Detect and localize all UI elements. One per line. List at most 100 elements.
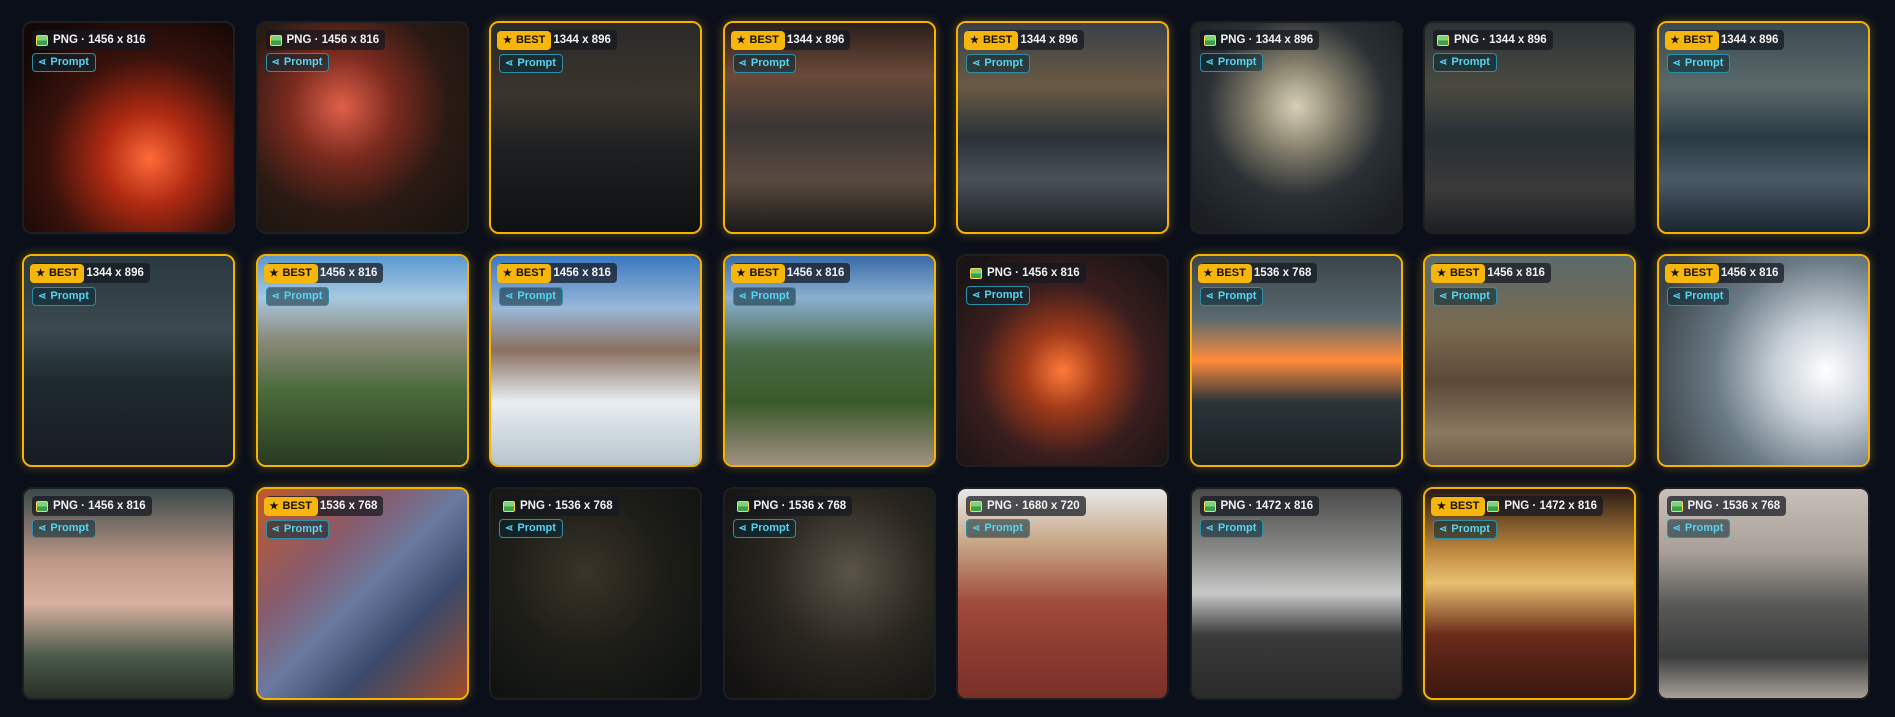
gallery-card[interactable]: ★ BEST 1536 x 768 ⋖ Prompt <box>255 487 469 700</box>
gallery-card[interactable]: PNG · 1456 x 816 ⋖ Prompt <box>956 254 1169 467</box>
gallery-card[interactable]: PNG · 1536 x 768 ⋖ Prompt <box>489 487 702 700</box>
prompt-button[interactable]: ⋖ Prompt <box>1199 53 1264 72</box>
best-label: BEST <box>982 33 1013 46</box>
prompt-button[interactable]: ⋖ Prompt <box>499 287 563 306</box>
image-file-icon <box>36 500 48 512</box>
gallery-card[interactable]: PNG · 1456 x 816 ⋖ Prompt <box>22 21 235 234</box>
prompt-label: Prompt <box>984 57 1023 69</box>
image-dimensions: PNG · 1456 x 816 <box>53 34 146 46</box>
star-icon: ★ <box>736 267 746 279</box>
prompt-button[interactable]: ⋖ Prompt <box>1666 519 1731 538</box>
gallery-card[interactable]: ★ BEST 1344 x 896 ⋖ Prompt <box>956 21 1169 234</box>
gallery-card[interactable]: ★ BEST 1456 x 816 ⋖ Prompt <box>1423 254 1636 467</box>
image-meta-badge: PNG · 1456 x 816 <box>265 30 386 50</box>
star-icon: ★ <box>1437 500 1446 512</box>
gallery-card[interactable]: PNG · 1680 x 720 ⋖ Prompt <box>956 487 1169 700</box>
image-file-icon <box>736 500 749 512</box>
image-meta-badge: PNG · 1456 x 816 <box>32 496 152 516</box>
gallery-card[interactable]: PNG · 1456 x 816 ⋖ Prompt <box>22 487 235 700</box>
image-dimensions: PNG · 1472 x 816 <box>1220 500 1314 512</box>
star-icon: ★ <box>1203 267 1213 279</box>
image-meta-badge: ★ BEST 1456 x 816 <box>263 263 384 283</box>
gallery-card[interactable]: ★ BEST 1456 x 816 ⋖ Prompt <box>255 254 469 467</box>
prompt-button[interactable]: ⋖ Prompt <box>966 54 1030 73</box>
image-dimensions: PNG · 1456 x 816 <box>286 34 380 46</box>
prompt-label: Prompt <box>517 290 556 302</box>
gallery-card[interactable]: ★ BEST 1344 x 896 ⋖ Prompt <box>1656 21 1870 234</box>
prompt-button[interactable]: ⋖ Prompt <box>1199 287 1264 306</box>
prompt-label: Prompt <box>750 522 790 534</box>
prompt-button[interactable]: ⋖ Prompt <box>499 519 563 538</box>
prompt-button[interactable]: ⋖ Prompt <box>32 519 96 538</box>
star-icon: ★ <box>269 500 279 512</box>
gallery-card[interactable]: PNG · 1344 x 896 ⋖ Prompt <box>1423 21 1636 234</box>
gallery-card[interactable]: ★ BEST PNG · 1472 x 816 ⋖ Prompt <box>1423 487 1636 700</box>
best-badge: ★ BEST <box>263 263 318 283</box>
image-file-icon <box>970 500 982 512</box>
image-gallery-grid: PNG · 1456 x 816 ⋖ Prompt PNG · 1456 x 816 ⋖… <box>0 0 1895 700</box>
image-dimensions: 1344 x 896 <box>1720 34 1779 46</box>
prompt-button[interactable]: ⋖ Prompt <box>1433 520 1497 539</box>
prompt-button[interactable]: ⋖ Prompt <box>1433 53 1497 72</box>
prompt-button[interactable]: ⋖ Prompt <box>732 519 797 538</box>
share-icon: ⋖ <box>738 523 747 534</box>
gallery-card[interactable]: ★ BEST 1456 x 816 ⋖ Prompt <box>722 254 936 467</box>
gallery-card[interactable]: PNG · 1344 x 896 ⋖ Prompt <box>1189 21 1403 234</box>
prompt-button[interactable]: ⋖ Prompt <box>32 53 96 72</box>
prompt-button[interactable]: ⋖ Prompt <box>1666 287 1731 306</box>
image-file-icon <box>1203 500 1216 512</box>
image-meta-badge: PNG · 1536 x 768 <box>499 496 619 516</box>
prompt-label: Prompt <box>50 56 89 68</box>
share-icon: ⋖ <box>271 524 280 535</box>
prompt-button[interactable]: ⋖ Prompt <box>966 519 1030 538</box>
best-badge: ★ BEST <box>1664 263 1719 283</box>
prompt-label: Prompt <box>1451 523 1490 535</box>
share-icon: ⋖ <box>1205 57 1214 68</box>
gallery-card[interactable]: PNG · 1536 x 768 ⋖ Prompt <box>1656 487 1870 700</box>
star-icon: ★ <box>970 34 979 46</box>
prompt-button[interactable]: ⋖ Prompt <box>32 287 96 306</box>
prompt-label: Prompt <box>1451 56 1490 68</box>
star-icon: ★ <box>1670 34 1680 46</box>
prompt-label: Prompt <box>750 57 790 69</box>
image-meta-badge: PNG · 1536 x 768 <box>1666 496 1787 516</box>
gallery-card[interactable]: ★ BEST 1536 x 768 ⋖ Prompt <box>1189 254 1403 467</box>
star-icon: ★ <box>1670 267 1680 279</box>
gallery-card[interactable]: ★ BEST 1456 x 816 ⋖ Prompt <box>1656 254 1870 467</box>
prompt-button[interactable]: ⋖ Prompt <box>265 287 330 306</box>
prompt-button[interactable]: ⋖ Prompt <box>966 286 1030 305</box>
gallery-card[interactable]: PNG · 1456 x 816 ⋖ Prompt <box>255 21 469 234</box>
gallery-card[interactable]: ★ BEST 1456 x 816 ⋖ Prompt <box>489 254 702 467</box>
prompt-button[interactable]: ⋖ Prompt <box>265 53 330 72</box>
prompt-label: Prompt <box>1217 290 1257 302</box>
prompt-button[interactable]: ⋖ Prompt <box>732 287 797 306</box>
gallery-card[interactable]: PNG · 1536 x 768 ⋖ Prompt <box>722 487 936 700</box>
prompt-label: Prompt <box>517 57 556 69</box>
image-dimensions: PNG · 1344 x 896 <box>1454 34 1547 46</box>
gallery-card[interactable]: ★ BEST 1344 x 896 ⋖ Prompt <box>489 21 702 234</box>
gallery-card[interactable]: ★ BEST 1344 x 896 ⋖ Prompt <box>722 21 936 234</box>
share-icon: ⋖ <box>38 57 47 68</box>
prompt-button[interactable]: ⋖ Prompt <box>1433 287 1497 306</box>
share-icon: ⋖ <box>1205 291 1214 302</box>
image-meta-badge: PNG · 1680 x 720 <box>966 496 1086 516</box>
gallery-card[interactable]: ★ BEST 1344 x 896 ⋖ Prompt <box>22 254 235 467</box>
share-icon: ⋖ <box>1205 523 1214 534</box>
best-label: BEST <box>282 499 312 512</box>
best-badge: ★ BEST <box>497 263 552 283</box>
image-meta-badge: PNG · 1344 x 896 <box>1199 30 1320 50</box>
image-meta-badge: ★ BEST 1344 x 896 <box>497 30 617 50</box>
gallery-card[interactable]: PNG · 1472 x 816 ⋖ Prompt <box>1189 487 1403 700</box>
image-dimensions: 1456 x 816 <box>786 267 845 279</box>
image-dimensions: PNG · 1344 x 896 <box>1220 34 1314 46</box>
prompt-button[interactable]: ⋖ Prompt <box>1666 54 1731 73</box>
prompt-button[interactable]: ⋖ Prompt <box>265 520 330 539</box>
prompt-button[interactable]: ⋖ Prompt <box>1199 519 1264 538</box>
image-meta-badge: PNG · 1456 x 816 <box>966 263 1086 283</box>
image-meta-badge: ★ BEST 1536 x 768 <box>263 496 384 516</box>
image-meta-badge: ★ BEST PNG · 1472 x 816 <box>1431 496 1604 516</box>
prompt-button[interactable]: ⋖ Prompt <box>499 54 563 73</box>
prompt-button[interactable]: ⋖ Prompt <box>732 54 797 73</box>
star-icon: ★ <box>269 267 279 279</box>
best-label: BEST <box>48 266 79 279</box>
